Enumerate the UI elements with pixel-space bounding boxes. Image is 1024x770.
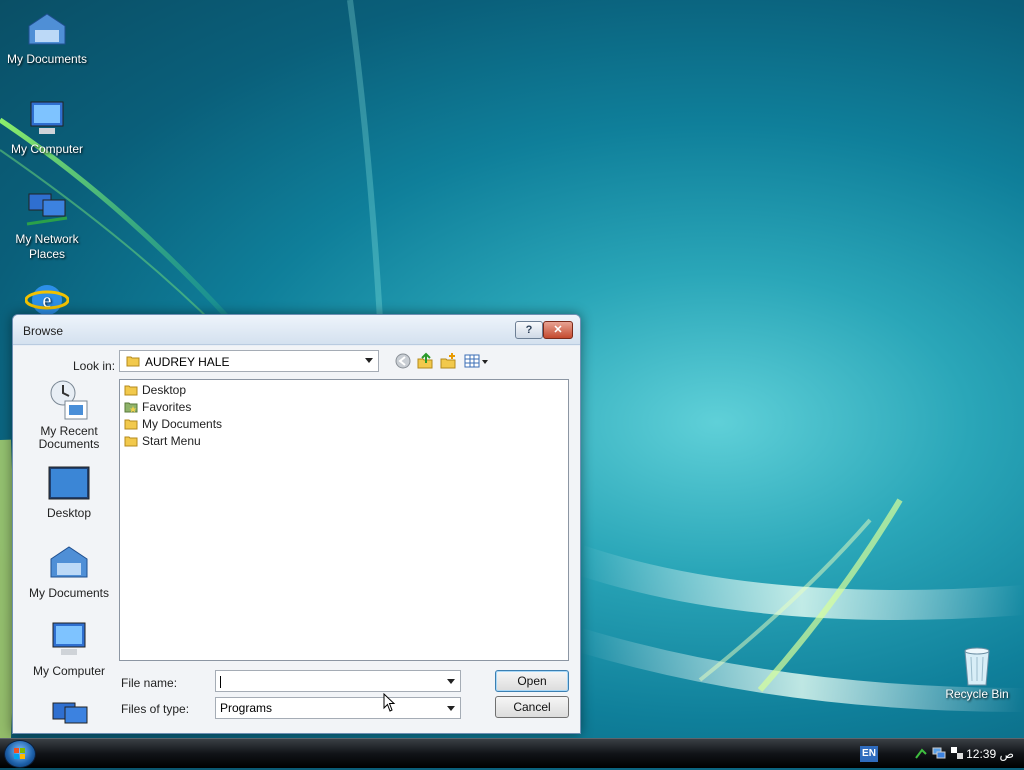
desktop-icon-label: Recycle Bin (945, 687, 1009, 701)
recycle-bin-icon (955, 645, 999, 686)
file-name-label: File name: (121, 676, 178, 690)
desktop-icon-recycle-bin[interactable]: Recycle Bin (932, 645, 1022, 702)
desktop-icon (47, 461, 91, 505)
chevron-down-icon[interactable] (447, 679, 455, 684)
windows-flag-icon[interactable] (950, 746, 964, 760)
list-item[interactable]: My Documents (124, 415, 222, 432)
list-item-label: My Documents (142, 416, 223, 431)
open-button[interactable]: Open (495, 670, 569, 692)
place-label: Desktop (46, 506, 92, 520)
dialog-titlebar[interactable]: Browse ? ✕ (13, 315, 580, 345)
place-my-computer[interactable]: My Computer (21, 619, 117, 678)
windows-logo-icon (14, 748, 25, 759)
list-item[interactable]: Start Menu (124, 432, 201, 449)
list-item-label: Start Menu (142, 433, 201, 448)
cancel-button[interactable]: Cancel (495, 696, 569, 718)
list-item-label: Desktop (142, 382, 187, 397)
chevron-down-icon[interactable] (365, 358, 373, 363)
list-item[interactable]: Favorites (124, 398, 191, 415)
chevron-down-icon[interactable] (447, 706, 455, 711)
up-folder-icon[interactable] (416, 352, 434, 370)
list-item-label: Favorites (142, 399, 192, 414)
network-places-icon (47, 699, 91, 743)
list-item[interactable]: Desktop (124, 381, 186, 398)
language-indicator[interactable]: EN (860, 746, 878, 762)
clock[interactable]: 12:39 ص (966, 747, 1014, 761)
look-in-dropdown[interactable]: AUDREY HALE (119, 350, 379, 372)
my-documents-icon (47, 541, 91, 585)
files-of-type-label: Files of type: (121, 702, 190, 716)
dialog-title: Browse (23, 324, 64, 338)
network-icon[interactable] (932, 746, 946, 760)
desktop-icon-my-documents[interactable]: My Documents (2, 10, 92, 67)
desktop-icon-label: My Computer (10, 142, 84, 156)
dialog-body: Look in: AUDREY HALE My Recent Documents… (13, 346, 580, 733)
network-places-icon (25, 190, 69, 230)
desktop-icon-my-computer[interactable]: My Computer (2, 100, 92, 157)
my-documents-icon (25, 10, 69, 50)
favorites-folder-icon (124, 402, 138, 412)
file-name-input[interactable] (215, 670, 461, 692)
browse-dialog: Browse ? ✕ Look in: AUDREY HALE My Recen… (12, 314, 581, 734)
mouse-pointer-icon (383, 693, 396, 712)
place-label: My Recent Documents (38, 424, 100, 451)
look-in-label: Look in: (73, 359, 116, 373)
places-bar: My Recent Documents Desktop My Documents… (21, 379, 117, 749)
folder-icon (124, 385, 138, 395)
folder-icon (124, 419, 138, 429)
safely-remove-hardware-icon[interactable] (914, 746, 928, 760)
desktop-icon-my-network-places[interactable]: My Network Places (2, 190, 92, 262)
folder-icon (126, 354, 140, 371)
back-icon[interactable] (394, 352, 412, 370)
place-label: My Documents (28, 586, 110, 600)
start-button[interactable] (4, 740, 36, 768)
look-in-value: AUDREY HALE (145, 355, 230, 369)
close-button[interactable]: ✕ (543, 321, 573, 339)
desktop-icon-label: My Documents (6, 52, 88, 66)
taskbar: EN 12:39 ص (0, 738, 1024, 768)
place-my-documents[interactable]: My Documents (21, 541, 117, 600)
recent-documents-icon (47, 379, 91, 423)
view-menu-icon[interactable] (464, 352, 490, 370)
place-desktop[interactable]: Desktop (21, 461, 117, 520)
files-of-type-value: Programs (220, 701, 273, 715)
desktop-icon-label: My Network Places (15, 232, 79, 261)
place-my-recent-documents[interactable]: My Recent Documents (21, 379, 117, 451)
place-label: My Computer (32, 664, 106, 678)
my-computer-icon (47, 619, 91, 663)
system-tray: EN 12:39 ص (844, 739, 1024, 769)
my-computer-icon (25, 100, 69, 140)
text-cursor (220, 675, 221, 688)
files-of-type-select[interactable]: Programs (215, 697, 461, 719)
file-list[interactable]: Desktop Favorites My Documents Start Men… (119, 379, 569, 661)
folder-icon (124, 436, 138, 446)
help-button[interactable]: ? (515, 321, 543, 339)
new-folder-icon[interactable] (439, 352, 457, 370)
